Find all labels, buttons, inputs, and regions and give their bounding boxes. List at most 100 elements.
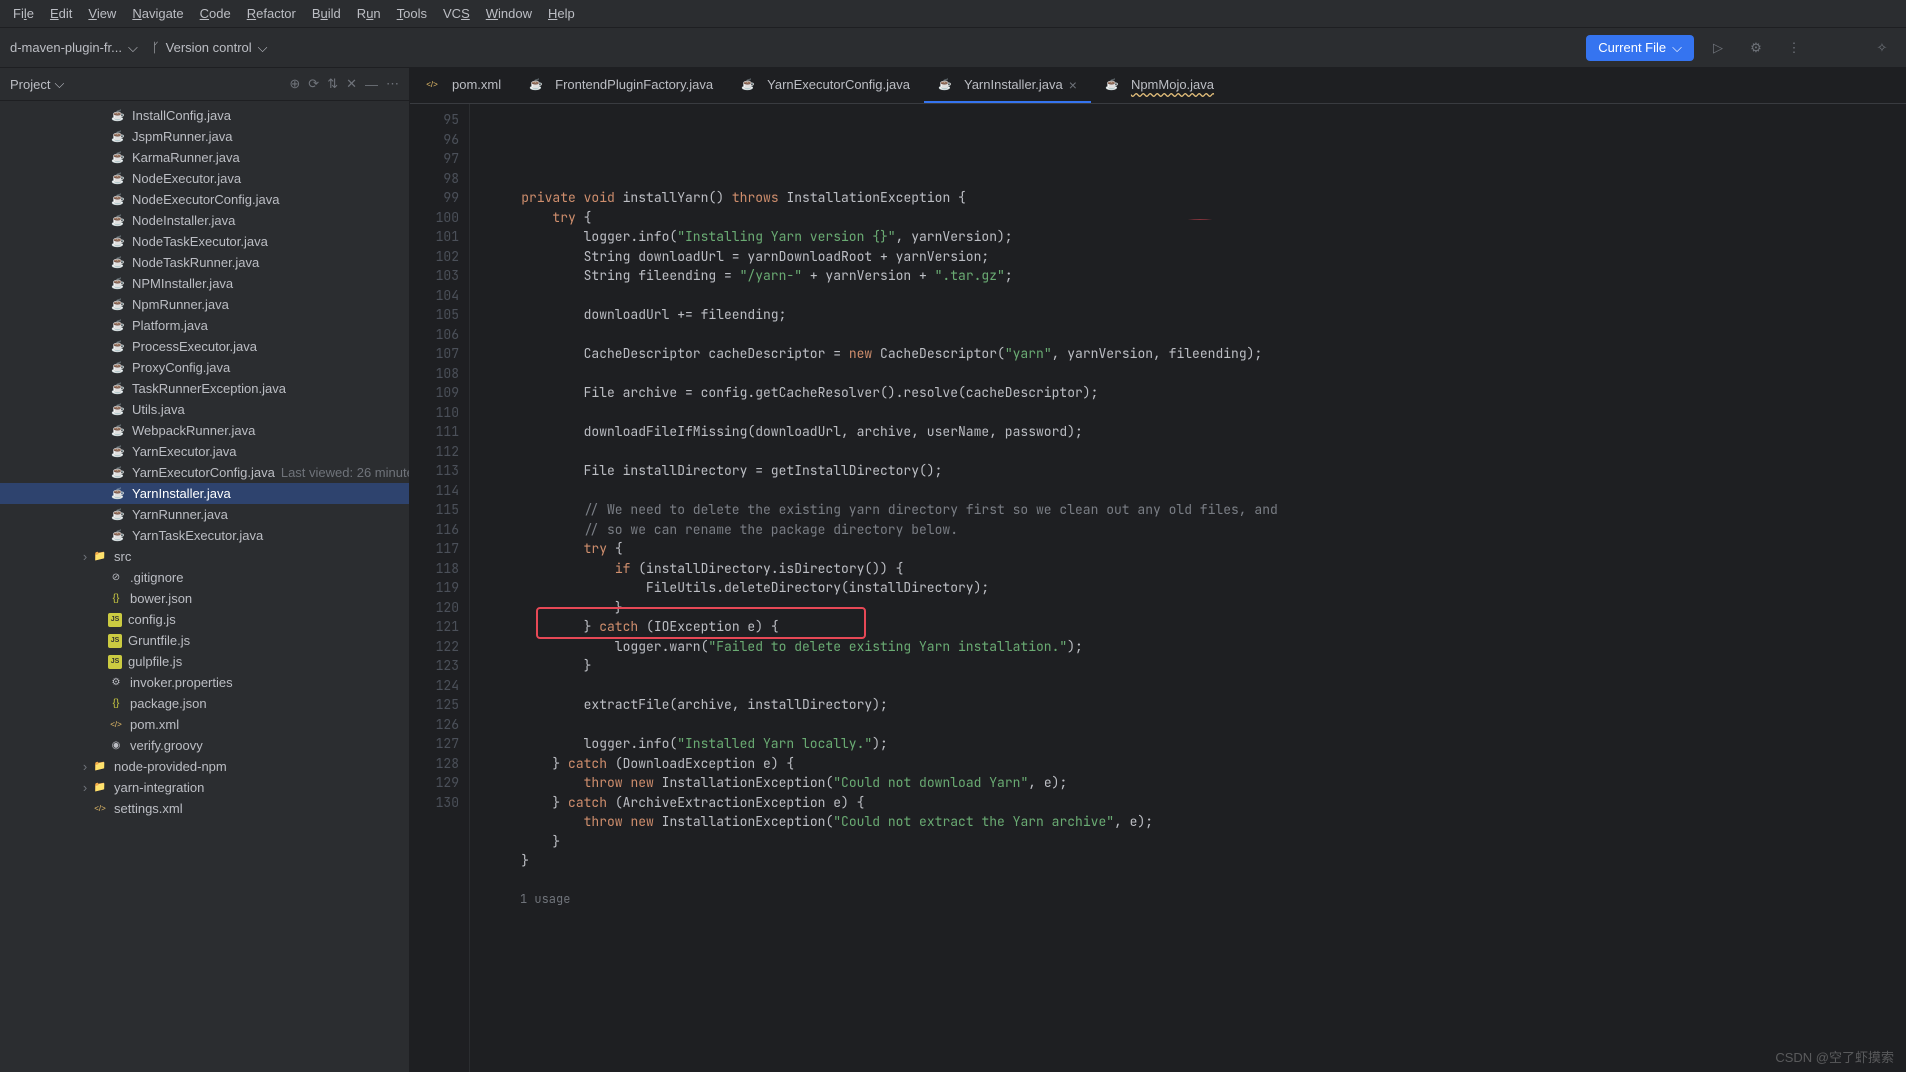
file-InstallConfig.java[interactable]: InstallConfig.java xyxy=(0,105,409,126)
file-icon xyxy=(108,613,122,627)
file-NodeTaskExecutor.java[interactable]: NodeTaskExecutor.java xyxy=(0,231,409,252)
file-YarnRunner.java[interactable]: YarnRunner.java xyxy=(0,504,409,525)
line-gutter: 9596979899100101102103104105106107108109… xyxy=(410,104,470,1072)
java-file-icon xyxy=(110,402,126,418)
file-Utils.java[interactable]: Utils.java xyxy=(0,399,409,420)
tab-pom.xml[interactable]: pom.xml xyxy=(410,69,515,103)
menu-window[interactable]: Window xyxy=(478,2,540,25)
menu-tools[interactable]: Tools xyxy=(389,2,435,25)
file-YarnExecutorConfig.java[interactable]: YarnExecutorConfig.javaLast viewed: 26 m… xyxy=(0,462,409,483)
file-TaskRunnerException.java[interactable]: TaskRunnerException.java xyxy=(0,378,409,399)
file-icon: ⊘ xyxy=(108,570,124,586)
project-view-dropdown[interactable]: Project⌵ xyxy=(10,76,64,92)
file-NodeExecutorConfig.java[interactable]: NodeExecutorConfig.java xyxy=(0,189,409,210)
minimize-icon[interactable]: — xyxy=(365,77,378,92)
file-ProcessExecutor.java[interactable]: ProcessExecutor.java xyxy=(0,336,409,357)
file-NPMInstaller.java[interactable]: NPMInstaller.java xyxy=(0,273,409,294)
file-package.json[interactable]: package.json xyxy=(0,693,409,714)
file-NodeInstaller.java[interactable]: NodeInstaller.java xyxy=(0,210,409,231)
project-sidebar: Project⌵ ⊕ ⟳ ⇅ ✕ — ⋯ InstallConfig.javaJ… xyxy=(0,68,410,1072)
file-yarn-integration[interactable]: ›yarn-integration xyxy=(0,777,409,798)
file-bower.json[interactable]: bower.json xyxy=(0,588,409,609)
file-pom.xml[interactable]: pom.xml xyxy=(0,714,409,735)
file-icon xyxy=(108,591,124,607)
file-icon xyxy=(108,696,124,712)
file-icon xyxy=(92,759,108,775)
file-src[interactable]: ›src xyxy=(0,546,409,567)
file-icon xyxy=(938,78,952,92)
version-control-button[interactable]: ᚴ Version control ⌵ xyxy=(152,40,268,56)
menu-edit[interactable]: Edit xyxy=(42,2,80,25)
file-NodeTaskRunner.java[interactable]: NodeTaskRunner.java xyxy=(0,252,409,273)
menu-vcs[interactable]: VCS xyxy=(435,2,478,25)
tab-NpmMojo.java[interactable]: NpmMojo.java xyxy=(1091,69,1228,102)
chevron-right-icon: › xyxy=(78,759,92,774)
debug-icon[interactable]: ⚙ xyxy=(1742,34,1770,62)
file-NodeExecutor.java[interactable]: NodeExecutor.java xyxy=(0,168,409,189)
expand-icon[interactable]: ⇅ xyxy=(327,76,338,92)
close-icon[interactable]: ✕ xyxy=(346,76,357,92)
chevron-right-icon: › xyxy=(78,549,92,564)
menu-navigate[interactable]: Navigate xyxy=(124,2,191,25)
run-icon[interactable]: ▷ xyxy=(1704,34,1732,62)
close-tab-icon[interactable]: × xyxy=(1069,77,1077,93)
java-file-icon xyxy=(110,381,126,397)
code-editor[interactable]: private void installYarn() throws Instal… xyxy=(470,104,1906,1072)
java-file-icon xyxy=(110,108,126,124)
file-ProxyConfig.java[interactable]: ProxyConfig.java xyxy=(0,357,409,378)
file-config.js[interactable]: config.js xyxy=(0,609,409,630)
chevron-down-icon: ⌵ xyxy=(1672,40,1682,56)
locate-icon[interactable]: ⊕ xyxy=(289,76,300,92)
main-menu[interactable]: File Edit View Navigate Code Refactor Bu… xyxy=(0,0,1906,28)
more-icon[interactable]: ⋮ xyxy=(1780,34,1808,62)
file-JspmRunner.java[interactable]: JspmRunner.java xyxy=(0,126,409,147)
refresh-icon[interactable]: ⟳ xyxy=(308,76,319,92)
file-KarmaRunner.java[interactable]: KarmaRunner.java xyxy=(0,147,409,168)
file-NpmRunner.java[interactable]: NpmRunner.java xyxy=(0,294,409,315)
menu-file[interactable]: File xyxy=(5,2,42,25)
editor-tabs[interactable]: pom.xmlFrontendPluginFactory.javaYarnExe… xyxy=(410,68,1906,104)
menu-code[interactable]: Code xyxy=(192,2,239,25)
java-file-icon xyxy=(110,318,126,334)
chevron-down-icon: ⌵ xyxy=(258,40,268,56)
more-icon[interactable]: ⋯ xyxy=(386,76,399,92)
tab-FrontendPluginFactory.java[interactable]: FrontendPluginFactory.java xyxy=(515,69,727,102)
file-invoker.properties[interactable]: ⚙invoker.properties xyxy=(0,672,409,693)
menu-build[interactable]: Build xyxy=(304,2,349,25)
file-YarnTaskExecutor.java[interactable]: YarnTaskExecutor.java xyxy=(0,525,409,546)
project-tree[interactable]: InstallConfig.javaJspmRunner.javaKarmaRu… xyxy=(0,101,409,1072)
run-config-button[interactable]: Current File⌵ xyxy=(1586,35,1694,61)
menu-help[interactable]: Help xyxy=(540,2,583,25)
java-file-icon xyxy=(110,171,126,187)
file-icon xyxy=(529,78,543,92)
file-verify.groovy[interactable]: ◉verify.groovy xyxy=(0,735,409,756)
java-file-icon xyxy=(110,507,126,523)
file-.gitignore[interactable]: ⊘.gitignore xyxy=(0,567,409,588)
menu-run[interactable]: Run xyxy=(349,2,389,25)
project-dropdown[interactable]: d-maven-plugin-fr...⌵ xyxy=(10,40,138,56)
tab-YarnInstaller.java[interactable]: YarnInstaller.java× xyxy=(924,69,1091,103)
ai-icon[interactable]: ✧ xyxy=(1868,34,1896,62)
file-icon xyxy=(108,717,124,733)
java-file-icon xyxy=(110,192,126,208)
red-box-annotation xyxy=(536,607,866,639)
file-icon xyxy=(92,780,108,796)
file-Platform.java[interactable]: Platform.java xyxy=(0,315,409,336)
editor-area: pom.xmlFrontendPluginFactory.javaYarnExe… xyxy=(410,68,1906,1072)
file-YarnExecutor.java[interactable]: YarnExecutor.java xyxy=(0,441,409,462)
file-icon: ◉ xyxy=(108,738,124,754)
file-node-provided-npm[interactable]: ›node-provided-npm xyxy=(0,756,409,777)
menu-view[interactable]: View xyxy=(80,2,124,25)
file-icon xyxy=(424,77,440,93)
file-icon: ⚙ xyxy=(108,675,124,691)
java-file-icon xyxy=(110,360,126,376)
file-settings.xml[interactable]: settings.xml xyxy=(0,798,409,819)
java-file-icon xyxy=(110,234,126,250)
file-YarnInstaller.java[interactable]: YarnInstaller.java xyxy=(0,483,409,504)
tab-YarnExecutorConfig.java[interactable]: YarnExecutorConfig.java xyxy=(727,69,924,102)
file-gulpfile.js[interactable]: gulpfile.js xyxy=(0,651,409,672)
file-icon xyxy=(108,655,122,669)
menu-refactor[interactable]: Refactor xyxy=(239,2,304,25)
file-WebpackRunner.java[interactable]: WebpackRunner.java xyxy=(0,420,409,441)
file-Gruntfile.js[interactable]: Gruntfile.js xyxy=(0,630,409,651)
